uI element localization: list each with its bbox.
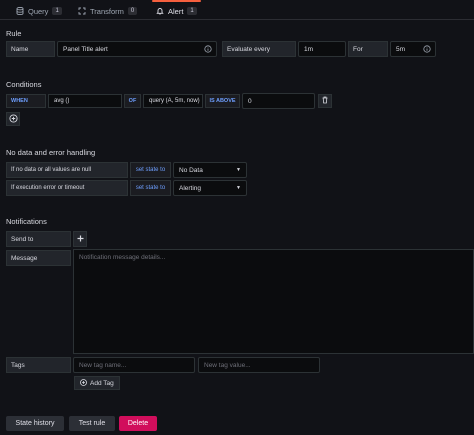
execution-error-label: If execution error or timeout [6,180,128,196]
add-tag-button[interactable]: Add Tag [74,376,120,390]
bell-icon [156,7,164,15]
info-icon [423,45,431,55]
trash-icon [321,96,329,106]
caret-down-icon: ▼ [236,167,241,173]
nodata-state-value: No Data [179,166,203,174]
when-keyword: WHEN [6,94,46,108]
plus-circle-icon [8,113,18,125]
database-icon [16,7,24,15]
evaluator-type[interactable]: IS ABOVE [205,94,240,108]
info-icon [204,45,212,55]
evaluate-every-input[interactable]: 1m [298,41,346,57]
tab-transform-count: 0 [127,7,138,15]
plus-icon [77,235,84,244]
state-history-button[interactable]: State history [6,416,64,431]
message-placeholder: Notification message details... [79,254,166,261]
tag-value-input[interactable]: New tag value... [198,357,320,373]
threshold-input[interactable]: 0 [242,93,315,109]
tab-query[interactable]: Query 1 [16,3,62,19]
rule-name-input[interactable]: Panel Title alert [57,41,217,57]
evaluate-every-label: Evaluate every [222,41,296,57]
tab-query-count: 1 [52,7,62,15]
delete-condition-button[interactable] [318,94,332,108]
error-set-state-label: set state to [130,180,171,196]
tag-name-input[interactable]: New tag name... [73,357,195,373]
rule-name-value: Panel Title alert [63,45,108,53]
nodata-state-select[interactable]: No Data ▼ [173,162,247,178]
tab-transform-label: Transform [90,6,124,16]
name-label: Name [6,41,55,57]
reducer-func[interactable]: avg () [48,94,122,108]
add-notification-channel-button[interactable] [73,231,87,247]
query-selector[interactable]: query (A, 5m, now) [143,94,203,108]
for-input[interactable]: 5m [390,41,436,57]
plus-circle-icon [80,378,87,388]
transform-icon [78,7,86,15]
tag-value-placeholder: New tag value... [204,361,251,369]
add-tag-label: Add Tag [90,379,114,387]
delete-alert-button[interactable]: Delete [119,416,157,431]
for-label: For [348,41,388,57]
tag-name-placeholder: New tag name... [79,361,127,369]
nodata-label: If no data or all values are null [6,162,128,178]
error-state-value: Alerting [179,184,202,192]
nodata-set-state-label: set state to [130,162,171,178]
test-rule-button[interactable]: Test rule [69,416,115,431]
of-keyword: OF [124,94,141,108]
notifications-section-title: Notifications [6,217,47,226]
tab-alert-label: Alert [168,6,184,16]
panel-tabs: Query 1 Transform 0 Alert 1 [0,0,474,20]
tab-query-label: Query [28,6,49,16]
tab-alert-count: 1 [187,7,197,15]
tags-label: Tags [6,357,71,373]
message-textarea[interactable]: Notification message details... [73,249,474,354]
for-value: 5m [396,45,406,53]
caret-down-icon: ▼ [236,185,241,191]
rule-section-title: Rule [6,29,22,38]
tab-alert[interactable]: Alert 1 [152,0,201,19]
add-condition-button[interactable] [6,112,20,126]
error-state-select[interactable]: Alerting ▼ [173,180,247,196]
nodata-section-title: No data and error handling [6,148,96,157]
message-label: Message [6,250,71,266]
send-to-label: Send to [6,231,71,247]
tab-transform[interactable]: Transform 0 [78,3,138,19]
conditions-section-title: Conditions [6,80,42,89]
